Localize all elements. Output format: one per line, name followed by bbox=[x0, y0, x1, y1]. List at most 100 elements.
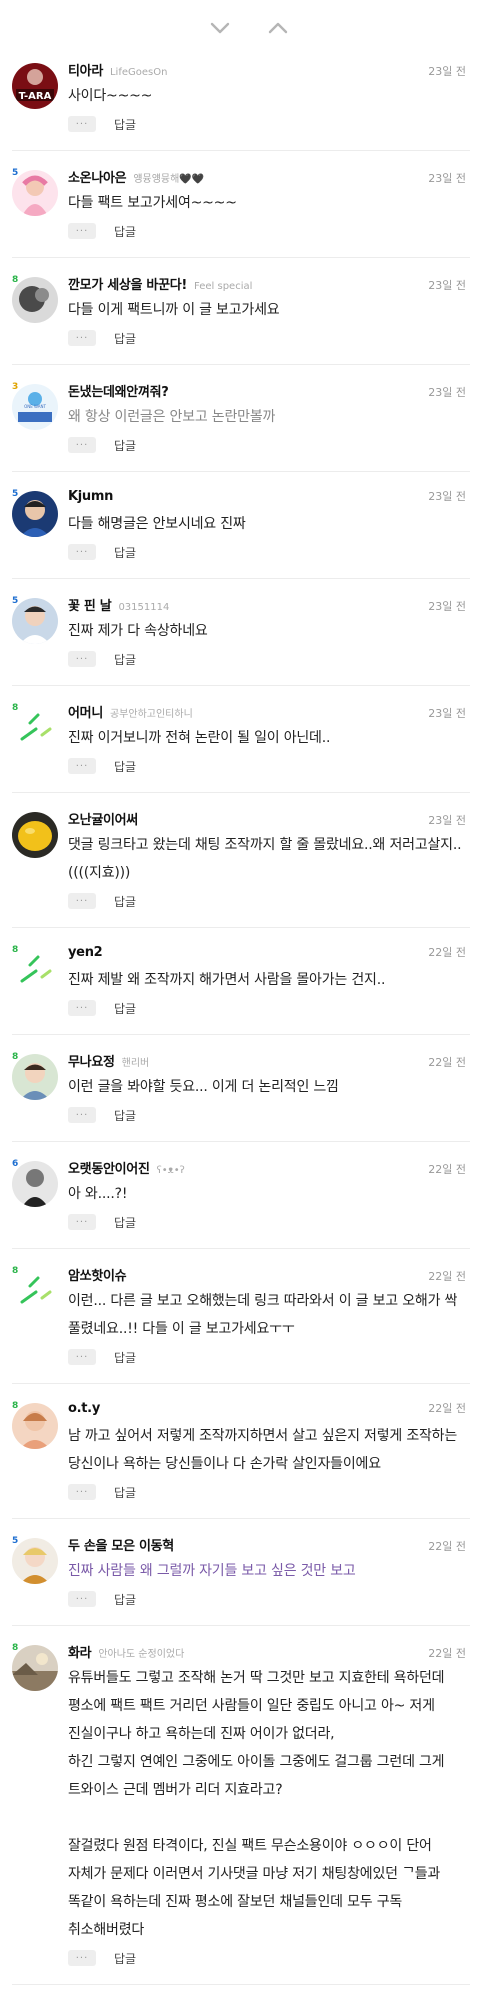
comment-text: 진짜 제가 다 속상하네요 bbox=[68, 623, 208, 639]
comment-nickname[interactable]: 오랫동안이어진 bbox=[68, 1158, 150, 1177]
avatar[interactable] bbox=[12, 598, 58, 644]
comment-nickname[interactable]: 오난귤이어써 bbox=[68, 809, 138, 828]
level-badge: 8 bbox=[12, 275, 19, 285]
comment-text: 댓글 링크타고 왔는데 채팅 조작까지 할 줄 몰랐네요..왜 저러고살지.. … bbox=[68, 837, 462, 881]
avatar[interactable] bbox=[12, 1645, 58, 1691]
reply-button[interactable]: 답글 bbox=[114, 893, 136, 910]
reply-button[interactable]: 답글 bbox=[114, 1000, 136, 1017]
comment-nickname[interactable]: 깐모가 세상을 바꾼다! bbox=[68, 274, 187, 293]
reply-button[interactable]: 답글 bbox=[114, 1107, 136, 1124]
comment-text: 왜 항상 이런글은 안보고 논란만볼까 bbox=[68, 409, 276, 425]
comment-nickname[interactable]: 무나요정 bbox=[68, 1051, 115, 1070]
level-badge: 5 bbox=[12, 168, 19, 178]
comment-timestamp: 22일 전 bbox=[428, 1056, 466, 1069]
comment-status-message: 공부안하고인티하니 bbox=[109, 709, 193, 720]
more-options-button[interactable]: ··· bbox=[68, 1214, 96, 1230]
comment-nickname[interactable]: 화라 bbox=[68, 1642, 92, 1661]
comment-timestamp: 22일 전 bbox=[428, 1270, 466, 1283]
comment-timestamp: 23일 전 bbox=[428, 279, 466, 292]
avatar[interactable]: ONE WANT bbox=[12, 384, 58, 430]
comment-navigation bbox=[0, 0, 480, 56]
comment-text: 이런... 다른 글 보고 오해했는데 링크 따라와서 이 글 보고 오해가 싹… bbox=[68, 1293, 462, 1337]
comment-list: T-ARA 티아라 LifeGoesOn 23일 전 사이다~~~~ ··· 답글 5 소온나아… bbox=[12, 60, 470, 2001]
more-options-button[interactable]: ··· bbox=[68, 1000, 96, 1016]
comment-timestamp: 23일 전 bbox=[428, 386, 466, 399]
avatar[interactable] bbox=[12, 1161, 58, 1207]
comment-status-message: Feel special bbox=[194, 281, 253, 292]
level-badge: 8 bbox=[12, 703, 19, 713]
comment-status-message: LifeGoesOn bbox=[109, 67, 168, 78]
avatar[interactable] bbox=[12, 1403, 58, 1449]
comment-nickname[interactable]: 꽃 핀 날 bbox=[68, 595, 112, 614]
avatar[interactable]: T-ARA bbox=[12, 63, 58, 109]
level-badge: 8 bbox=[12, 945, 19, 955]
level-badge: 5 bbox=[12, 596, 19, 606]
reply-button[interactable]: 답글 bbox=[114, 651, 136, 668]
more-options-button[interactable]: ··· bbox=[68, 544, 96, 560]
reply-button[interactable]: 답글 bbox=[114, 330, 136, 347]
reply-button[interactable]: 답글 bbox=[114, 437, 136, 454]
comment-item: 8 깐모가 세상을 바꾼다! Feel special 23일 전 다들 이게 팩트니까… bbox=[12, 274, 470, 365]
comment-text: 진짜 사람들 왜 그럴까 자기들 보고 싶은 것만 보고 bbox=[68, 1563, 356, 1579]
comment-text: 이런 글을 봐야할 듯요... 이게 더 논리적인 느낌 bbox=[68, 1079, 339, 1095]
reply-button[interactable]: 답글 bbox=[114, 1950, 136, 1967]
avatar[interactable] bbox=[12, 170, 58, 216]
more-options-button[interactable]: ··· bbox=[68, 651, 96, 667]
comment-nickname[interactable]: 소온나아은 bbox=[68, 167, 127, 186]
more-options-button[interactable]: ··· bbox=[68, 330, 96, 346]
level-badge: 8 bbox=[12, 1266, 19, 1276]
more-options-button[interactable]: ··· bbox=[68, 1484, 96, 1500]
comment-nickname[interactable]: 티아라 bbox=[68, 60, 103, 79]
comment-nickname[interactable]: Kjumn bbox=[68, 489, 113, 504]
comment-item: 8 무나요정 핸리버 22일 전 이런 글을 봐야할 듯요... 이게 더 논리적인 느… bbox=[12, 1051, 470, 1142]
comment-timestamp: 22일 전 bbox=[428, 1402, 466, 1415]
level-badge: 3 bbox=[12, 382, 19, 392]
reply-button[interactable]: 답글 bbox=[114, 544, 136, 561]
comment-item: ONE WANT 3 돈냈는데왜안껴줘? 23일 전왜 항상 이런글은 안보고 논란만… bbox=[12, 381, 470, 472]
avatar[interactable] bbox=[12, 705, 58, 751]
avatar[interactable] bbox=[12, 812, 58, 858]
comment-text: 진짜 제발 왜 조작까지 해가면서 사람을 몰아가는 건지.. bbox=[68, 972, 386, 988]
reply-button[interactable]: 답글 bbox=[114, 1214, 136, 1231]
avatar[interactable] bbox=[12, 1538, 58, 1584]
comment-status-message: ʕ•ᴥ•ʔ bbox=[156, 1165, 185, 1176]
more-options-button[interactable]: ··· bbox=[68, 1591, 96, 1607]
reply-button[interactable]: 답글 bbox=[114, 1349, 136, 1366]
comment-nickname[interactable]: 암쏘핫이슈 bbox=[68, 1265, 127, 1284]
reply-button[interactable]: 답글 bbox=[114, 116, 136, 133]
comment-item: 8 어머니 공부안하고인티하니 23일 전 진짜 이거보니까 전혀 논란이 될 일이 아… bbox=[12, 702, 470, 793]
more-options-button[interactable]: ··· bbox=[68, 758, 96, 774]
avatar[interactable] bbox=[12, 1054, 58, 1100]
more-options-button[interactable]: ··· bbox=[68, 1950, 96, 1966]
comment-timestamp: 23일 전 bbox=[428, 490, 466, 503]
comment-status-message: 안아나도 순정이었다 bbox=[98, 1649, 185, 1660]
more-options-button[interactable]: ··· bbox=[68, 116, 96, 132]
more-options-button[interactable]: ··· bbox=[68, 1107, 96, 1123]
reply-button[interactable]: 답글 bbox=[114, 1484, 136, 1501]
more-options-button[interactable]: ··· bbox=[68, 437, 96, 453]
comment-text: 다들 팩트 보고가세여~~~~ bbox=[68, 195, 237, 211]
avatar[interactable] bbox=[12, 491, 58, 537]
more-options-button[interactable]: ··· bbox=[68, 1349, 96, 1365]
avatar[interactable] bbox=[12, 277, 58, 323]
avatar[interactable] bbox=[12, 1268, 58, 1314]
chevron-down-icon[interactable] bbox=[206, 16, 234, 40]
reply-button[interactable]: 답글 bbox=[114, 1591, 136, 1608]
comment-item: T-ARA 티아라 LifeGoesOn 23일 전 사이다~~~~ ··· 답글 bbox=[12, 60, 470, 151]
more-options-button[interactable]: ··· bbox=[68, 893, 96, 909]
reply-button[interactable]: 답글 bbox=[114, 758, 136, 775]
comment-nickname[interactable]: 돈냈는데왜안껴줘? bbox=[68, 381, 169, 400]
comment-nickname[interactable]: 어머니 bbox=[68, 702, 103, 721]
comment-item: 6 오랫동안이어진 ʕ•ᴥ•ʔ 22일 전아 와....?! ··· 답글 bbox=[12, 1158, 470, 1249]
avatar[interactable] bbox=[12, 947, 58, 993]
comment-nickname[interactable]: 두 손을 모은 이동혁 bbox=[68, 1535, 174, 1554]
comment-status-message: 03151114 bbox=[118, 602, 170, 613]
chevron-up-icon[interactable] bbox=[264, 16, 292, 40]
reply-button[interactable]: 답글 bbox=[114, 223, 136, 240]
comment-nickname[interactable]: o.t.y bbox=[68, 1401, 100, 1416]
more-options-button[interactable]: ··· bbox=[68, 223, 96, 239]
level-badge: 5 bbox=[12, 489, 19, 499]
comment-nickname[interactable]: yen2 bbox=[68, 945, 103, 960]
comment-timestamp: 22일 전 bbox=[428, 1163, 466, 1176]
comment-timestamp: 22일 전 bbox=[428, 946, 466, 959]
